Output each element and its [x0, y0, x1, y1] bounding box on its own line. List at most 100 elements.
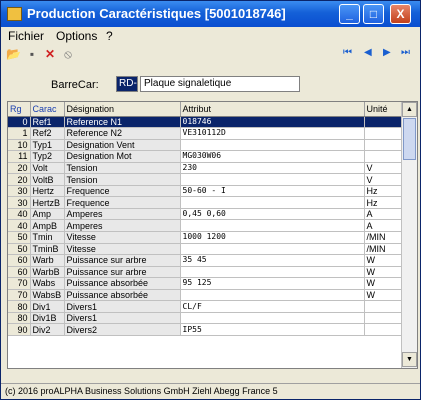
column-header-designation[interactable]: Désignation — [64, 102, 181, 117]
close-button[interactable]: X — [390, 4, 411, 24]
cell-attribut[interactable] — [180, 173, 365, 186]
cell-carac: Div2 — [30, 323, 65, 336]
cell-designation: Vitesse — [64, 243, 181, 256]
open-folder-icon[interactable]: 📂 — [6, 47, 21, 61]
cell-carac: VoltB — [30, 173, 65, 186]
table-row[interactable]: 40 AmpB Amperes A — [8, 219, 404, 232]
table-row[interactable]: 20 Volt Tension 230 V — [8, 162, 404, 175]
column-header-unite[interactable]: Unité — [364, 102, 403, 117]
table-row[interactable]: 30 Hertz Frequence 50-60 - I Hz — [8, 185, 404, 198]
table-row[interactable]: 40 Amp Amperes 0,45 0,60 A — [8, 208, 404, 221]
table-row[interactable]: 0 Ref1 Reference N1 018746 — [8, 116, 404, 129]
cell-designation: Divers2 — [64, 323, 181, 336]
cell-attribut[interactable]: 0,45 0,60 — [180, 208, 365, 221]
cell-unite[interactable] — [364, 150, 403, 163]
cell-attribut[interactable] — [180, 266, 365, 279]
table-row[interactable]: 70 Wabs Puissance absorbée 95 125 W — [8, 277, 404, 290]
table-row[interactable]: 80 Div1 Divers1 CL/F — [8, 300, 404, 313]
cell-unite[interactable]: W — [364, 266, 403, 279]
cell-unite[interactable]: /MIN — [364, 231, 403, 244]
record-id: [5001018746] — [204, 6, 286, 21]
cell-attribut[interactable] — [180, 243, 365, 256]
next-record-icon[interactable]: ▶ — [383, 47, 391, 58]
scroll-up-icon[interactable]: ▲ — [402, 102, 417, 117]
barrecar-label: BarreCar: — [51, 79, 99, 91]
cell-unite[interactable]: W — [364, 254, 403, 267]
cell-attribut[interactable]: IP55 — [180, 323, 365, 336]
cell-attribut[interactable] — [180, 289, 365, 302]
vertical-scrollbar[interactable]: ▲ ▼ — [401, 102, 417, 368]
cell-attribut[interactable]: 95 125 — [180, 277, 365, 290]
cell-unite[interactable]: /MIN — [364, 243, 403, 256]
cell-attribut[interactable]: 230 — [180, 162, 365, 175]
cell-carac: Hertz — [30, 185, 65, 198]
last-record-icon[interactable]: ⏭ — [401, 47, 410, 58]
delete-icon[interactable]: ✕ — [43, 47, 57, 61]
cell-rg: 50 — [8, 243, 31, 256]
column-header-carac[interactable]: Carac — [30, 102, 65, 117]
cell-rg: 50 — [8, 231, 31, 244]
barrecar-description: Plaque signaletique — [140, 76, 300, 92]
characteristics-grid[interactable]: Rg Carac Désignation Attribut Unité De 0… — [7, 101, 418, 369]
menu-options[interactable]: Options — [56, 29, 97, 43]
table-row[interactable]: 60 WarbB Puissance sur arbre W — [8, 266, 404, 279]
cell-rg: 1 — [8, 127, 31, 140]
cell-unite[interactable]: A — [364, 208, 403, 221]
cell-unite[interactable]: Hz — [364, 196, 403, 209]
cell-unite[interactable] — [364, 312, 403, 325]
column-header-rg[interactable]: Rg — [8, 102, 31, 117]
table-row[interactable]: 90 Div2 Divers2 IP55 — [8, 323, 404, 336]
table-row[interactable]: 30 HertzB Frequence Hz — [8, 196, 404, 209]
cell-unite[interactable]: V — [364, 173, 403, 186]
cell-attribut[interactable]: 1000 1200 — [180, 231, 365, 244]
cell-attribut[interactable]: 50-60 - I — [180, 185, 365, 198]
table-row[interactable]: 50 Tmin Vitesse 1000 1200/MIN — [8, 231, 404, 244]
cell-unite[interactable] — [364, 139, 403, 152]
previous-record-icon[interactable]: ◀ — [364, 47, 372, 58]
cell-unite[interactable]: Hz — [364, 185, 403, 198]
cell-unite[interactable] — [364, 300, 403, 313]
cell-unite[interactable] — [364, 116, 403, 129]
maximize-button[interactable]: □ — [363, 4, 384, 24]
cell-unite[interactable]: V — [364, 162, 403, 175]
title-bar[interactable]: Production Caractéristiques [5001018746]… — [1, 1, 420, 27]
table-row[interactable]: 70 WabsB Puissance absorbée W — [8, 289, 404, 302]
menu-fichier[interactable]: Fichier — [8, 29, 44, 43]
column-header-attribut[interactable]: Attribut — [180, 102, 365, 117]
minimize-button[interactable]: _ — [339, 4, 360, 24]
cell-unite[interactable]: W — [364, 277, 403, 290]
cell-attribut[interactable] — [180, 196, 365, 209]
cell-unite[interactable] — [364, 323, 403, 336]
cell-carac: TminB — [30, 243, 65, 256]
cell-designation: Amperes — [64, 219, 181, 232]
scroll-down-icon[interactable]: ▼ — [402, 352, 417, 367]
cell-attribut[interactable]: 018746 — [180, 116, 365, 129]
cell-designation: Divers1 — [64, 300, 181, 313]
cell-attribut[interactable] — [180, 219, 365, 232]
cell-attribut[interactable] — [180, 139, 365, 152]
cell-designation: Puissance sur arbre — [64, 254, 181, 267]
save-icon[interactable]: ▪ — [25, 47, 39, 61]
table-row[interactable]: 11 Typ2 Designation Mot MG030W06 — [8, 150, 404, 163]
table-row[interactable]: 80 Div1B Divers1 — [8, 312, 404, 325]
cell-unite[interactable] — [364, 127, 403, 140]
table-row[interactable]: 60 Warb Puissance sur arbre 35 45 W — [8, 254, 404, 267]
menu-help[interactable]: ? — [106, 29, 113, 43]
cell-unite[interactable]: A — [364, 219, 403, 232]
cell-attribut[interactable]: 35 45 — [180, 254, 365, 267]
table-row[interactable]: 10 Typ1 Designation Vent — [8, 139, 404, 152]
cell-rg: 40 — [8, 219, 31, 232]
cell-unite[interactable]: W — [364, 289, 403, 302]
scroll-thumb[interactable] — [403, 118, 416, 160]
cell-carac: HertzB — [30, 196, 65, 209]
barrecar-input[interactable]: RD-FLO — [116, 76, 138, 92]
table-row[interactable]: 50 TminB Vitesse/MIN — [8, 243, 404, 256]
cancel-icon[interactable]: ⦸ — [61, 47, 75, 61]
table-row[interactable]: 1 Ref2 Reference N2 VE310112D — [8, 127, 404, 140]
first-record-icon[interactable]: ⏮ — [343, 47, 352, 58]
cell-attribut[interactable] — [180, 312, 365, 325]
cell-attribut[interactable]: CL/F — [180, 300, 365, 313]
cell-attribut[interactable]: VE310112D — [180, 127, 365, 140]
table-row[interactable]: 20 VoltB Tension V — [8, 173, 404, 186]
cell-attribut[interactable]: MG030W06 — [180, 150, 365, 163]
